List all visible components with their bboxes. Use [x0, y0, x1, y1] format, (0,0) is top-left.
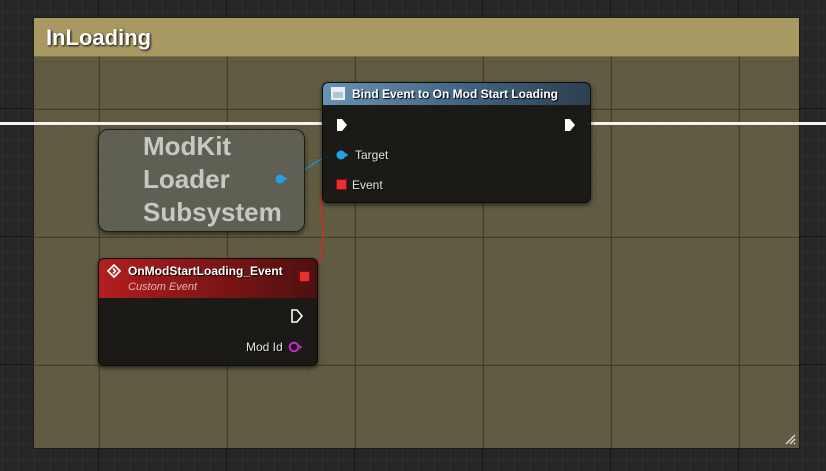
exec-in-pin-icon[interactable] — [336, 118, 348, 132]
target-pin-icon[interactable] — [336, 150, 348, 160]
variable-node-label: ModKit Loader Subsystem — [143, 131, 282, 227]
exec-wire-in[interactable] — [0, 122, 324, 125]
event-delegate-output-pin-icon[interactable] — [299, 271, 310, 282]
event-delegate-pin-icon[interactable] — [336, 179, 347, 190]
bind-event-node-title: Bind Event to On Mod Start Loading — [352, 87, 558, 101]
mod-id-pin-icon[interactable] — [288, 341, 303, 353]
custom-event-node-header[interactable]: OnModStartLoading_Event Custom Event — [99, 259, 317, 298]
variable-output-pin-icon[interactable] — [275, 174, 287, 184]
function-icon — [331, 87, 345, 100]
event-pin-label: Event — [352, 178, 383, 192]
custom-event-subtitle: Custom Event — [128, 281, 198, 293]
exec-out-pin-icon[interactable] — [564, 118, 576, 132]
target-pin-label: Target — [355, 148, 389, 162]
exec-wire-out[interactable] — [588, 122, 826, 125]
custom-event-node[interactable]: OnModStartLoading_Event Custom Event Mod… — [98, 258, 318, 366]
comment-title: InLoading — [46, 25, 152, 50]
bind-event-node-header[interactable]: Bind Event to On Mod Start Loading — [323, 83, 590, 105]
comment-header[interactable]: InLoading — [34, 18, 799, 57]
custom-event-title: OnModStartLoading_Event — [128, 264, 283, 278]
bind-event-node[interactable]: Bind Event to On Mod Start Loading Targe… — [322, 82, 591, 203]
resize-grip-icon[interactable] — [784, 433, 796, 445]
event-diamond-icon — [107, 264, 121, 278]
modkit-loader-subsystem-node[interactable]: ModKit Loader Subsystem — [98, 129, 305, 232]
event-exec-out-pin-icon[interactable] — [291, 309, 303, 323]
mod-id-pin-label: Mod Id — [246, 340, 283, 354]
